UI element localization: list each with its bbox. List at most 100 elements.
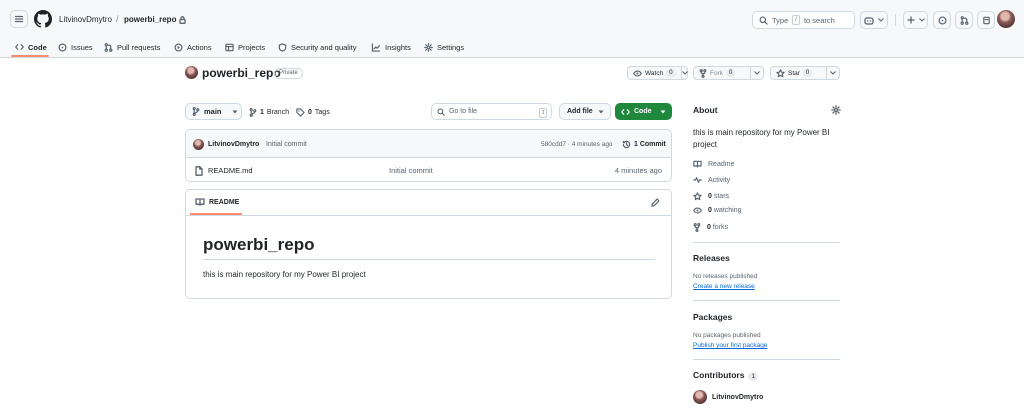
contributor-item[interactable]: LitvinovDmytro	[693, 390, 763, 404]
divider	[895, 14, 896, 26]
releases-empty-text: No releases published	[693, 273, 758, 280]
code-button-label: Code	[634, 108, 652, 115]
readme-heading: powerbi_repo	[203, 235, 315, 254]
fork-dropdown[interactable]	[750, 67, 763, 79]
search-suffix: to search	[803, 15, 835, 25]
publish-package-link[interactable]: Publish your first package	[693, 342, 767, 349]
issue-icon	[937, 15, 947, 25]
sidebar-activity-link[interactable]: Activity	[693, 176, 730, 184]
watch-button[interactable]: Watch 0	[627, 66, 688, 80]
packages-title[interactable]: Packages	[693, 312, 732, 322]
contributors-count: 1	[748, 372, 759, 381]
pull-requests-button[interactable]	[955, 11, 973, 29]
star-main[interactable]: Star 0	[771, 67, 826, 79]
file-commit-message[interactable]: Initial commit	[389, 166, 433, 175]
contributors-title[interactable]: Contributors 1	[693, 370, 759, 381]
github-logo-icon[interactable]	[34, 10, 52, 28]
branch-label: Branch	[266, 109, 290, 116]
file-row[interactable]: README.md Initial commit 4 minutes ago	[186, 158, 671, 181]
add-file-button[interactable]: Add file	[559, 103, 611, 120]
repo-title[interactable]: powerbi_repo	[202, 66, 281, 80]
go-to-file-input[interactable]: Go to file t	[431, 103, 552, 120]
pencil-icon[interactable]	[651, 198, 660, 207]
sidebar-watching-link[interactable]: 0 watching	[693, 207, 742, 214]
star-icon	[693, 192, 702, 201]
eye-icon	[693, 207, 702, 214]
contributor-name[interactable]: LitvinovDmytro	[712, 394, 763, 401]
history-icon	[622, 140, 631, 149]
star-dropdown[interactable]	[826, 67, 839, 79]
search-icon	[437, 107, 445, 116]
branch-selector[interactable]: main	[185, 103, 242, 120]
owner-link[interactable]: LitvinovDmytro	[59, 15, 112, 24]
commit-author-avatar[interactable]	[193, 139, 204, 150]
readme-tab[interactable]: README	[195, 198, 239, 206]
repo-link[interactable]: powerbi_repo	[124, 15, 187, 24]
commit-message[interactable]: Initial commit	[266, 141, 307, 148]
user-avatar[interactable]	[997, 10, 1015, 28]
tab-pull-requests[interactable]: Pull requests	[104, 36, 160, 58]
commit-author[interactable]: LitvinovDmytro	[208, 141, 259, 148]
file-commit-time: 4 minutes ago	[614, 166, 662, 175]
graph-icon	[371, 42, 381, 52]
avatar[interactable]	[693, 390, 707, 404]
inbox-button[interactable]	[977, 11, 995, 29]
forks-count: 0	[707, 224, 711, 231]
chevron-down-icon	[754, 71, 760, 75]
commit-hash-time[interactable]: 580cdd7 · 4 minutes ago	[541, 141, 613, 148]
issues-button[interactable]	[933, 11, 951, 29]
file-name[interactable]: README.md	[208, 166, 253, 175]
tab-actions[interactable]: Actions	[174, 36, 212, 58]
watching-label: watching	[713, 207, 742, 214]
readme-tab-label: README	[209, 198, 240, 206]
search-icon	[759, 15, 768, 25]
sidebar-divider	[693, 359, 840, 360]
tab-label: Projects	[238, 42, 266, 52]
menu-button[interactable]	[10, 10, 28, 28]
git-branch-icon	[192, 107, 200, 116]
pulse-icon	[693, 177, 702, 183]
create-new-button[interactable]	[903, 11, 928, 29]
sidebar-readme-link[interactable]: Readme	[693, 160, 734, 168]
fork-main[interactable]: Fork 0	[694, 67, 750, 79]
fork-icon	[699, 68, 707, 78]
about-description: this is main repository for my Power BI …	[693, 128, 830, 149]
commits-count-label: 1 Commit	[634, 141, 666, 148]
fork-button[interactable]: Fork 0	[693, 66, 764, 80]
repo-owner-avatar[interactable]	[185, 66, 198, 79]
repo-nav: Code Issues Pull requests Actions Projec…	[0, 36, 1024, 58]
table-icon	[225, 43, 234, 51]
tags-link[interactable]: 0 Tags	[296, 108, 330, 117]
watching-count: 0	[708, 207, 712, 214]
watch-dropdown[interactable]	[680, 67, 688, 79]
tab-label: Code	[28, 42, 47, 52]
tab-security[interactable]: Security and quality	[278, 36, 356, 58]
tab-insights[interactable]: Insights	[371, 36, 411, 58]
star-button[interactable]: Star 0	[770, 66, 840, 80]
gear-icon[interactable]	[831, 105, 841, 115]
tab-settings[interactable]: Settings	[424, 36, 464, 58]
sidebar-stars-link[interactable]: 0 stars	[693, 192, 729, 201]
readme-body: this is main repository for my Power BI …	[203, 270, 366, 279]
branch-name: main	[204, 107, 222, 116]
watch-main[interactable]: Watch 0	[628, 67, 681, 79]
contributors-title-label: Contributors	[693, 370, 745, 380]
search-input[interactable]: Type / to search	[752, 11, 855, 29]
eye-icon	[633, 69, 642, 77]
chevron-down-icon	[830, 71, 836, 75]
tag-icon	[296, 108, 305, 117]
pull-request-icon	[960, 15, 968, 25]
tag-count: 0	[308, 109, 312, 116]
create-release-link[interactable]: Create a new release	[693, 283, 755, 290]
sidebar-forks-link[interactable]: 0 forks	[693, 223, 728, 232]
book-icon	[195, 198, 205, 206]
commits-link[interactable]: 1 Commit	[622, 140, 666, 149]
tab-issues[interactable]: Issues	[58, 36, 93, 58]
branches-link[interactable]: 1 Branch	[249, 108, 289, 117]
plus-icon	[906, 16, 915, 24]
releases-title[interactable]: Releases	[693, 253, 730, 263]
readme-divider	[186, 215, 671, 216]
tab-projects[interactable]: Projects	[225, 36, 265, 58]
copilot-button[interactable]	[860, 11, 888, 29]
code-button[interactable]: Code	[615, 103, 672, 120]
